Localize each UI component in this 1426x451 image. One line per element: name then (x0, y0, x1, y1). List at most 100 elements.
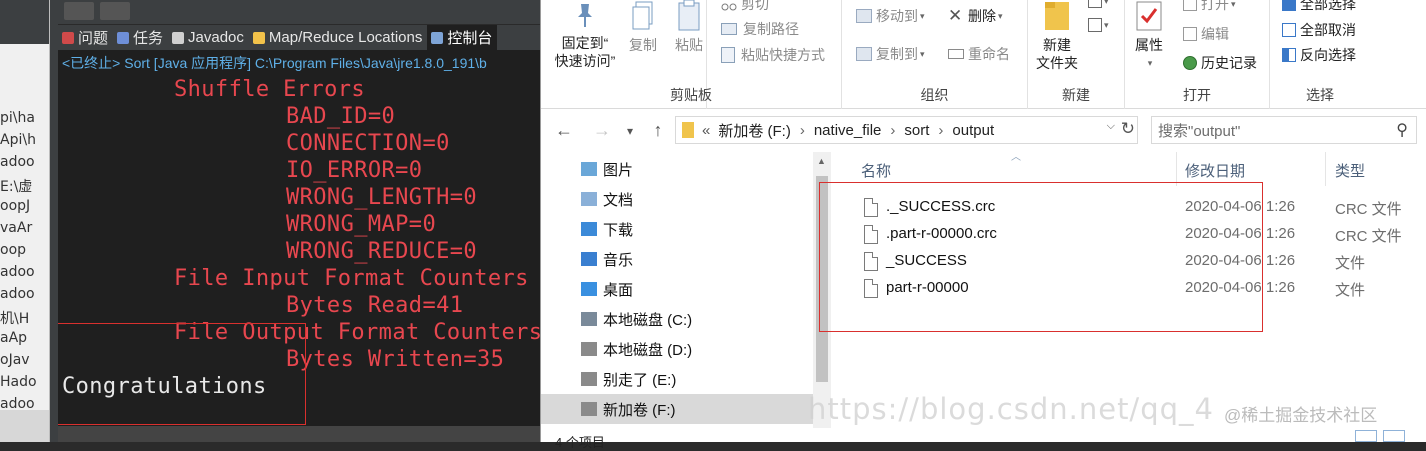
copy-button[interactable]: 复制 (625, 0, 661, 54)
tab-console[interactable]: 控制台 (427, 25, 498, 50)
nav-item[interactable]: 下载 (581, 214, 831, 244)
open-button[interactable]: 打开 ▾ (1183, 0, 1236, 14)
eclipse-console-view: 问题 任务 Javadoc Map/Reduce Locations 控制台 <已终止>… (58, 0, 540, 442)
move-to-button[interactable]: 移动到 ▾ (856, 6, 925, 26)
column-header-name[interactable]: 名称 (861, 160, 891, 181)
file-type: CRC 文件 (1335, 228, 1402, 245)
nav-item[interactable]: 本地磁盘 (C:) (581, 304, 831, 334)
ribbon-group-label-select: 选择 (1306, 87, 1334, 103)
sort-ascending-icon: ︿ (1011, 152, 1021, 163)
column-divider[interactable] (1176, 152, 1177, 186)
file-row[interactable]: .part-r-00000.crc 2020-04-06 1:26 CRC 文件 (851, 221, 1411, 248)
file-row[interactable]: part-r-00000 2020-04-06 1:26 文件 (851, 275, 1411, 302)
breadcrumb-item[interactable]: output (952, 122, 994, 139)
rename-button[interactable]: 重命名 (948, 44, 1010, 64)
package-explorer-item[interactable]: Hado (0, 374, 37, 390)
breadcrumb-item[interactable]: native_file (814, 122, 882, 139)
ribbon-group-label-open: 打开 (1183, 87, 1211, 103)
paste-button[interactable]: 粘贴 (671, 0, 707, 54)
tab-icon (62, 31, 74, 44)
refresh-icon[interactable]: ↻ (1121, 119, 1135, 139)
package-explorer-item[interactable]: Api\h (0, 132, 36, 148)
nav-item[interactable]: 音乐 (581, 244, 831, 274)
details-view-icon[interactable] (1355, 430, 1377, 442)
package-explorer-item[interactable]: adoo (0, 264, 35, 280)
package-explorer-item[interactable]: oJav (0, 352, 30, 368)
package-explorer-item[interactable]: E:\虚 (0, 176, 32, 196)
package-explorer-item[interactable]: adoo (0, 286, 35, 302)
easy-access-button[interactable]: ▾ (1088, 18, 1109, 32)
address-overflow-chevron[interactable]: « (702, 122, 710, 139)
file-name: _SUCCESS (886, 252, 967, 269)
package-explorer-item[interactable]: oopJ (0, 198, 30, 214)
tab-icon (117, 31, 130, 44)
package-explorer-item[interactable]: vaAr (0, 220, 32, 236)
console-line: Bytes Written=35 (286, 347, 505, 372)
new-item-button[interactable]: ▾ (1088, 0, 1109, 8)
up-arrow-icon[interactable]: ↑ (647, 120, 669, 141)
chevron-down-icon[interactable]: ⌵ (1107, 120, 1115, 133)
navigation-scrollbar[interactable]: ▲ (813, 152, 831, 428)
large-icons-view-icon[interactable] (1383, 430, 1405, 442)
package-explorer-item[interactable]: aAp (0, 330, 27, 346)
tab-icon (252, 31, 265, 44)
ribbon-group-label-organize: 组织 (920, 87, 949, 103)
breadcrumb-separator-icon[interactable]: › (800, 122, 805, 139)
new-folder-button[interactable]: 新建 文件夹 (1032, 0, 1082, 72)
nav-item[interactable]: 文档 (581, 184, 831, 214)
recent-locations-chevron-icon[interactable]: ▾ (619, 124, 641, 138)
drive-icon (581, 342, 597, 356)
breadcrumb-separator-icon[interactable]: › (938, 122, 943, 139)
paste-shortcut-button[interactable]: 粘贴快捷方式 (721, 45, 825, 65)
file-row[interactable]: _SUCCESS 2020-04-06 1:26 文件 (851, 248, 1411, 275)
back-arrow-icon[interactable]: ← (553, 120, 575, 141)
package-explorer-item[interactable]: adoo (0, 154, 35, 170)
package-explorer-item[interactable]: pi\ha (0, 110, 35, 126)
nav-item[interactable]: 本地磁盘 (D:) (581, 334, 831, 364)
tab-javadoc[interactable]: Javadoc (168, 25, 249, 50)
select-all-button[interactable]: 全部选择 (1282, 0, 1356, 14)
new-folder-label-line2: 文件夹 (1036, 55, 1078, 71)
properties-check-icon (1136, 0, 1162, 32)
toolbar-button[interactable] (100, 2, 130, 20)
select-none-button[interactable]: 全部取消 (1282, 20, 1356, 40)
breadcrumb-item[interactable]: 新加卷 (F:) (718, 120, 791, 141)
cut-button[interactable]: 剪切 (721, 0, 769, 14)
console-line: IO_ERROR=0 (286, 158, 423, 183)
tab-tasks[interactable]: 任务 (113, 25, 168, 50)
history-button[interactable]: 历史记录 (1183, 53, 1257, 73)
pin-quick-access-button[interactable]: 固定到“ 快速访问” (547, 2, 623, 70)
toolbar-button[interactable] (64, 2, 94, 20)
edit-button[interactable]: 编辑 (1183, 24, 1229, 44)
scroll-up-icon[interactable]: ▲ (817, 156, 826, 166)
tab-map-reduce-locations[interactable]: Map/Reduce Locations (249, 25, 427, 50)
console-line: Shuffle Errors (174, 77, 366, 102)
column-header-date[interactable]: 修改日期 (1185, 160, 1245, 181)
nav-item-label: 音乐 (603, 251, 634, 269)
package-explorer-item[interactable]: 机\H (0, 308, 29, 328)
address-bar[interactable]: « 新加卷 (F:) › native_file › sort › output ⌵ ↻ (675, 116, 1138, 144)
scrollbar-thumb[interactable] (816, 176, 828, 382)
tab-label: 问题 (78, 30, 109, 47)
search-input[interactable]: 搜索"output" ⚲ (1151, 116, 1417, 144)
invert-selection-icon (1282, 48, 1296, 62)
column-divider[interactable] (1325, 152, 1326, 186)
invert-selection-button[interactable]: 反向选择 (1282, 45, 1356, 65)
nav-item-label: 下载 (603, 221, 634, 239)
delete-button[interactable]: ✕ 删除 ▾ (948, 6, 1003, 26)
nav-item[interactable]: 新加卷 (F:) (541, 394, 831, 424)
nav-item[interactable]: 别走了 (E:) (581, 364, 831, 394)
copy-path-button[interactable]: 复制路径 (721, 19, 799, 39)
forward-arrow-icon[interactable]: → (591, 120, 613, 141)
nav-item[interactable]: 图片 (581, 154, 831, 184)
package-explorer-item[interactable]: oop (0, 242, 26, 258)
properties-button[interactable]: 属性 ▾ (1129, 0, 1169, 72)
nav-item[interactable]: 桌面 (581, 274, 831, 304)
file-row[interactable]: ._SUCCESS.crc 2020-04-06 1:26 CRC 文件 (851, 194, 1411, 221)
copy-to-button[interactable]: 复制到 ▾ (856, 44, 925, 64)
breadcrumb-separator-icon[interactable]: › (890, 122, 895, 139)
tab-problems[interactable]: 问题 (58, 25, 113, 50)
file-modified-date: 2020-04-06 1:26 (1185, 225, 1296, 242)
breadcrumb-item[interactable]: sort (904, 122, 929, 139)
column-header-type[interactable]: 类型 (1335, 160, 1365, 181)
